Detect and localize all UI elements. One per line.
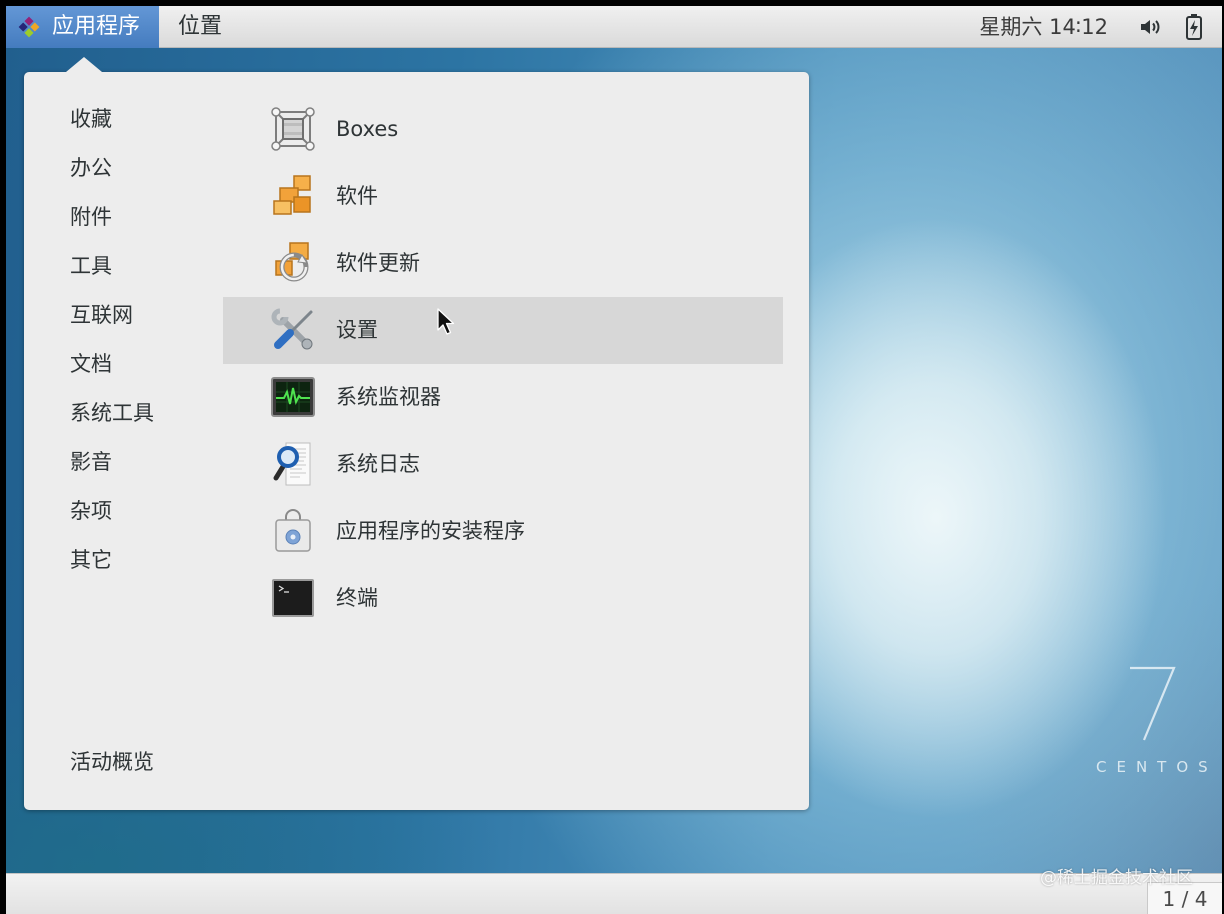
volume-icon[interactable] xyxy=(1139,16,1163,38)
app-item-software-update[interactable]: 软件更新 xyxy=(223,230,783,297)
top-panel: 应用程序 位置 星期六 14∶12 xyxy=(6,6,1222,48)
app-label: 系统日志 xyxy=(336,452,420,476)
app-item-system-log[interactable]: 系统日志 xyxy=(223,431,783,498)
system-log-icon xyxy=(273,442,311,486)
system-monitor-icon xyxy=(271,377,315,417)
app-installer-icon xyxy=(275,509,311,552)
category-office[interactable]: 办公 xyxy=(70,144,154,193)
menu-pointer xyxy=(66,57,102,72)
category-internet[interactable]: 互联网 xyxy=(70,291,154,340)
app-label: 终端 xyxy=(336,586,378,610)
category-sound-video[interactable]: 影音 xyxy=(70,438,154,487)
applications-menu-popup: 收藏 办公 附件 工具 互联网 文档 系统工具 影音 杂项 其它 活动概览 Bo… xyxy=(24,72,809,810)
terminal-icon xyxy=(272,579,314,617)
category-list: 收藏 办公 附件 工具 互联网 文档 系统工具 影音 杂项 其它 xyxy=(70,95,154,585)
centos-logo-seven xyxy=(1130,666,1176,741)
app-label: 软件 xyxy=(336,184,378,208)
battery-charging-icon[interactable] xyxy=(1185,13,1203,41)
app-label: 应用程序的安装程序 xyxy=(336,519,525,543)
clock[interactable]: 星期六 14∶12 xyxy=(979,6,1108,48)
category-system-tools[interactable]: 系统工具 xyxy=(70,389,154,438)
centos-logo-text: CENTOS xyxy=(1096,758,1218,776)
app-list: Boxes 软件 软件更新 设置 系统监视器 系统日志 应用程序的安装程序 终端 xyxy=(223,96,783,632)
software-icon xyxy=(273,175,311,215)
app-label: 系统监视器 xyxy=(336,385,441,409)
app-item-system-monitor[interactable]: 系统监视器 xyxy=(223,364,783,431)
app-label: 设置 xyxy=(336,318,378,342)
app-item-installer[interactable]: 应用程序的安装程序 xyxy=(223,498,783,565)
category-sundry[interactable]: 杂项 xyxy=(70,487,154,536)
category-other[interactable]: 其它 xyxy=(70,536,154,585)
app-label: 软件更新 xyxy=(336,251,420,275)
app-item-software[interactable]: 软件 xyxy=(223,163,783,230)
category-documentation[interactable]: 文档 xyxy=(70,340,154,389)
boxes-icon xyxy=(271,107,315,151)
places-menu-button[interactable]: 位置 xyxy=(166,6,234,48)
app-label: Boxes xyxy=(336,117,399,141)
category-accessories[interactable]: 附件 xyxy=(70,193,154,242)
settings-icon xyxy=(271,308,313,350)
centos-logo-icon xyxy=(18,16,40,38)
category-favorites[interactable]: 收藏 xyxy=(70,95,154,144)
arrow-pointer-icon xyxy=(437,308,455,335)
watermark: @稀土掘金技术社区 xyxy=(1040,868,1193,888)
activities-overview-item[interactable]: 活动概览 xyxy=(70,738,154,787)
app-item-terminal[interactable]: 终端 xyxy=(223,565,783,632)
applications-menu-label: 应用程序 xyxy=(52,14,141,39)
app-item-settings[interactable]: 设置 xyxy=(223,297,783,364)
category-utilities[interactable]: 工具 xyxy=(70,242,154,291)
app-item-boxes[interactable]: Boxes xyxy=(223,96,783,163)
software-update-icon xyxy=(275,242,309,282)
screen: 应用程序 位置 星期六 14∶12 CENTOS 收藏 办公 附件 工具 互联网… xyxy=(6,6,1222,914)
applications-menu-button[interactable]: 应用程序 xyxy=(6,6,159,48)
